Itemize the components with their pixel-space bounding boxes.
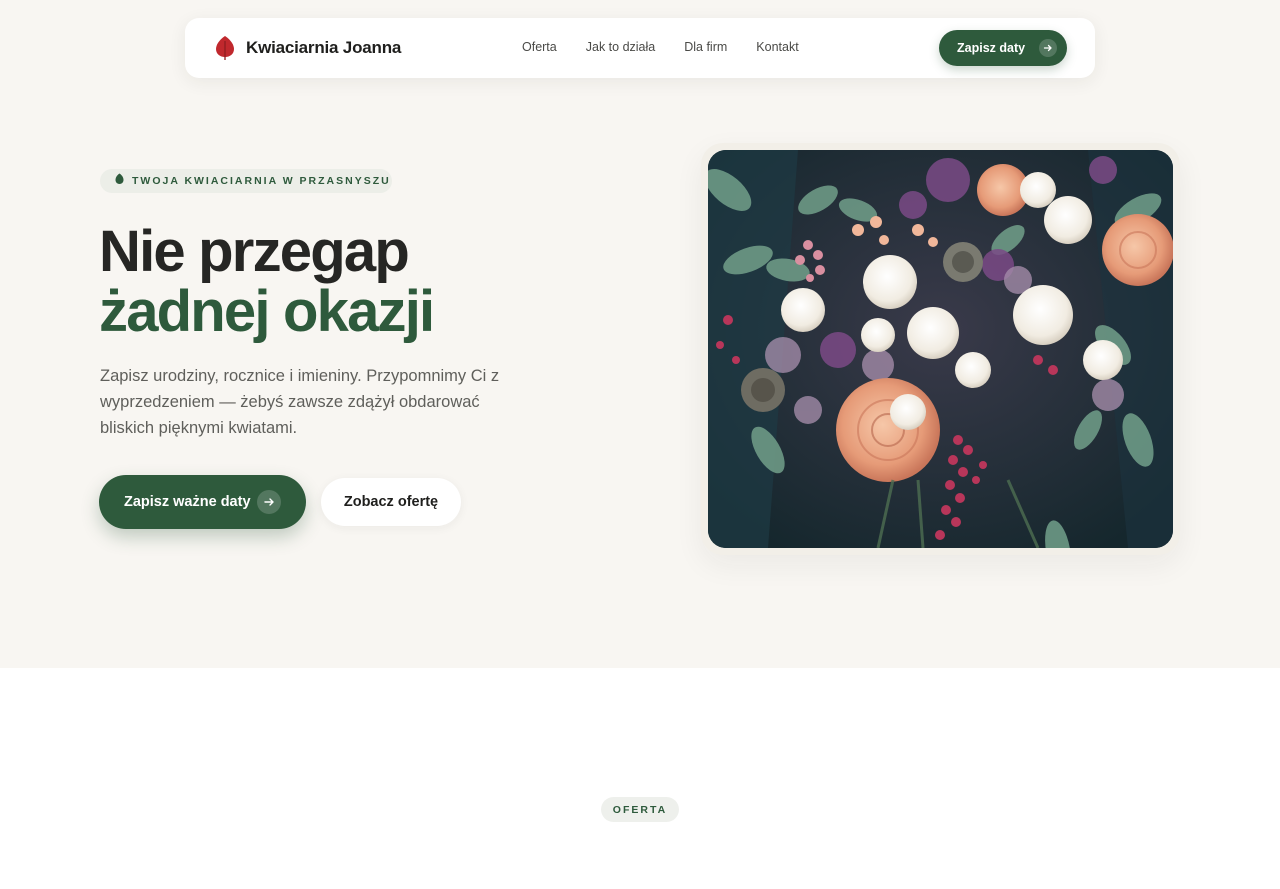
nav-cta-button[interactable]: Zapisz daty: [939, 30, 1067, 66]
save-dates-button[interactable]: Zapisz ważne daty: [99, 475, 306, 529]
save-dates-label: Zapisz ważne daty: [124, 494, 251, 510]
nav-link-dla-firm[interactable]: Dla firm: [684, 40, 727, 54]
leaf-logo-icon: [215, 34, 235, 62]
see-offer-label: Zobacz ofertę: [343, 494, 439, 510]
nav-cta-label: Zapisz daty: [957, 41, 1026, 55]
hero-eyebrow-text: TWOJA KWIACIARNIA W PRZASNYSZU: [132, 175, 391, 187]
flower-bouquet-image: [708, 150, 1173, 548]
hero-eyebrow-badge: TWOJA KWIACIARNIA W PRZASNYSZU: [100, 169, 392, 193]
brand-name: Kwiaciarnia Joanna: [246, 38, 402, 57]
hero-headline: Nie przegap żadnej okazji: [99, 219, 435, 344]
see-offer-button[interactable]: Zobacz ofertę: [321, 478, 461, 526]
nav-links: Oferta Jak to działa Dla firm Kontakt: [522, 40, 828, 54]
hero-headline-line1: Nie przegap: [99, 219, 410, 284]
arrow-right-icon: [1039, 39, 1057, 57]
arrow-right-icon: [257, 490, 281, 514]
hero-lead: Zapisz urodziny, rocznice i imieniny. Pr…: [100, 367, 500, 437]
section-label-badge: OFERTA: [601, 797, 679, 822]
brand[interactable]: Kwiaciarnia Joanna: [215, 34, 401, 62]
leaf-icon: [115, 172, 124, 190]
top-navbar: Kwiaciarnia Joanna Oferta Jak to działa …: [185, 18, 1095, 78]
hero-headline-line2: żadnej okazji: [99, 279, 435, 344]
nav-link-jak-to-dziala[interactable]: Jak to działa: [586, 40, 655, 54]
nav-link-kontakt[interactable]: Kontakt: [756, 40, 798, 54]
section-label-text: OFERTA: [612, 803, 668, 816]
nav-link-oferta[interactable]: Oferta: [522, 40, 557, 54]
